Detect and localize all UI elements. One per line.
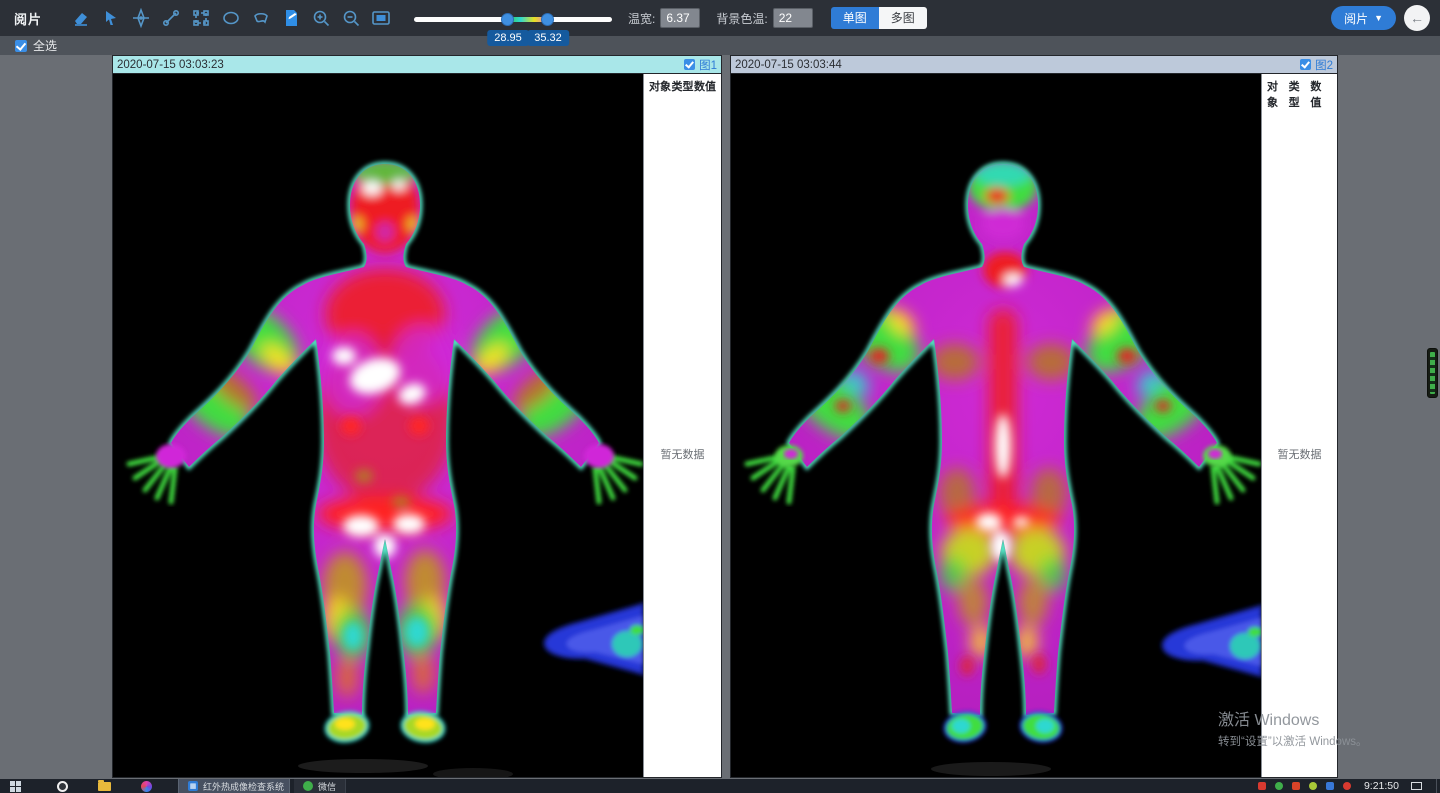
panel-2-timestamp: 2020-07-15 03:03:44 xyxy=(735,59,1300,71)
app-window: 阅片 xyxy=(0,0,1440,793)
line-measure-icon[interactable] xyxy=(156,4,186,32)
point-marker-icon[interactable] xyxy=(126,4,156,32)
main-toolbar: 阅片 xyxy=(0,0,1440,36)
image-panel-2: 2020-07-15 03:03:44 图2 xyxy=(730,55,1338,778)
thermal-app-icon: ▦ xyxy=(188,781,198,791)
panel-2-label: 图2 xyxy=(1315,57,1333,73)
app-title: 阅片 xyxy=(14,9,42,28)
tray-icon-4[interactable] xyxy=(1309,782,1317,790)
chevron-down-icon: ▼ xyxy=(1374,13,1383,23)
panel-1-timestamp: 2020-07-15 03:03:23 xyxy=(117,59,684,71)
panel-2-header[interactable]: 2020-07-15 03:03:44 图2 xyxy=(731,56,1337,74)
fan-object xyxy=(545,604,643,674)
single-view-button[interactable]: 单图 xyxy=(831,7,879,29)
col-type: 类型 xyxy=(1289,78,1311,110)
tray-icon-2[interactable] xyxy=(1275,782,1283,790)
tool-icon-group xyxy=(66,4,396,32)
select-all-checkbox[interactable] xyxy=(15,40,27,52)
zoom-out-icon[interactable] xyxy=(336,4,366,32)
temperature-range-slider[interactable]: 28.95 35.32 xyxy=(414,4,612,32)
tray-icon-1[interactable] xyxy=(1258,782,1266,790)
panel-1-data-table: 对象 类型 数值 暂无数据 xyxy=(643,74,721,777)
review-dropdown-button[interactable]: 阅片 ▼ xyxy=(1331,6,1396,30)
select-all-row: 全选 xyxy=(0,36,1440,55)
image-panel-1: 2020-07-15 03:03:23 图1 xyxy=(112,55,722,778)
rect-select-icon[interactable] xyxy=(186,4,216,32)
action-center-icon[interactable] xyxy=(1411,782,1422,790)
col-type: 类型 xyxy=(672,78,694,94)
panel-2-data-table: 对象 类型 数值 暂无数据 xyxy=(1261,74,1337,777)
multi-view-button[interactable]: 多图 xyxy=(879,7,927,29)
start-button[interactable] xyxy=(10,781,21,792)
panel-1-checkbox[interactable] xyxy=(684,59,695,70)
tray-icon-6[interactable] xyxy=(1343,782,1351,790)
taskbar: ▦ 红外热成像检查系统 微信 9:21:50 xyxy=(0,779,1440,793)
col-value: 数值 xyxy=(694,78,716,94)
select-all-label: 全选 xyxy=(33,37,57,54)
col-object: 对象 xyxy=(1267,78,1289,110)
file-explorer-icon[interactable] xyxy=(98,782,111,791)
taskbar-app-thermal[interactable]: ▦ 红外热成像检查系统 xyxy=(178,779,290,793)
report-icon[interactable] xyxy=(276,4,306,32)
panel-1-header[interactable]: 2020-07-15 03:03:23 图1 xyxy=(113,56,721,74)
browser-icon[interactable] xyxy=(57,781,68,792)
panel-2-empty-text: 暂无数据 xyxy=(1262,446,1337,462)
zoom-in-icon[interactable] xyxy=(306,4,336,32)
cursor-icon[interactable] xyxy=(96,4,126,32)
view-mode-switch: 单图 多图 xyxy=(831,7,927,29)
slider-low-tooltip: 28.95 xyxy=(487,30,529,46)
tray-icon-3[interactable] xyxy=(1292,782,1300,790)
photos-app-icon[interactable] xyxy=(141,781,152,792)
panel-2-checkbox[interactable] xyxy=(1300,59,1311,70)
back-button[interactable]: ← xyxy=(1404,5,1430,31)
thermal-image-back[interactable] xyxy=(731,74,1261,777)
taskbar-app-wechat[interactable]: 微信 xyxy=(294,779,346,793)
bg-temp-field[interactable]: 22 xyxy=(773,8,813,28)
fit-screen-icon[interactable] xyxy=(366,4,396,32)
battery-gauge-widget xyxy=(1427,348,1438,398)
thermal-image-front[interactable] xyxy=(113,74,643,777)
temp-width-label: 温宽: xyxy=(628,10,655,27)
panel-1-empty-text: 暂无数据 xyxy=(644,446,721,462)
fan-object xyxy=(1163,606,1261,676)
show-desktop-button[interactable] xyxy=(1436,779,1440,793)
eraser-icon[interactable] xyxy=(66,4,96,32)
col-object: 对象 xyxy=(649,78,671,94)
slider-high-tooltip: 35.32 xyxy=(527,30,569,46)
tray-icon-5[interactable] xyxy=(1326,782,1334,790)
ellipse-select-icon[interactable] xyxy=(216,4,246,32)
panel-1-label: 图1 xyxy=(699,57,717,73)
taskbar-clock[interactable]: 9:21:50 xyxy=(1364,780,1399,792)
slider-handle-low[interactable] xyxy=(501,13,514,26)
col-value: 数值 xyxy=(1310,78,1332,110)
polygon-select-icon[interactable] xyxy=(246,4,276,32)
slider-handle-high[interactable] xyxy=(541,13,554,26)
system-tray: 9:21:50 xyxy=(1258,779,1440,793)
bg-temp-label: 背景色温: xyxy=(716,10,767,27)
back-arrow-icon: ← xyxy=(1410,10,1424,26)
temp-width-field[interactable]: 6.37 xyxy=(660,8,700,28)
wechat-icon xyxy=(303,781,313,791)
